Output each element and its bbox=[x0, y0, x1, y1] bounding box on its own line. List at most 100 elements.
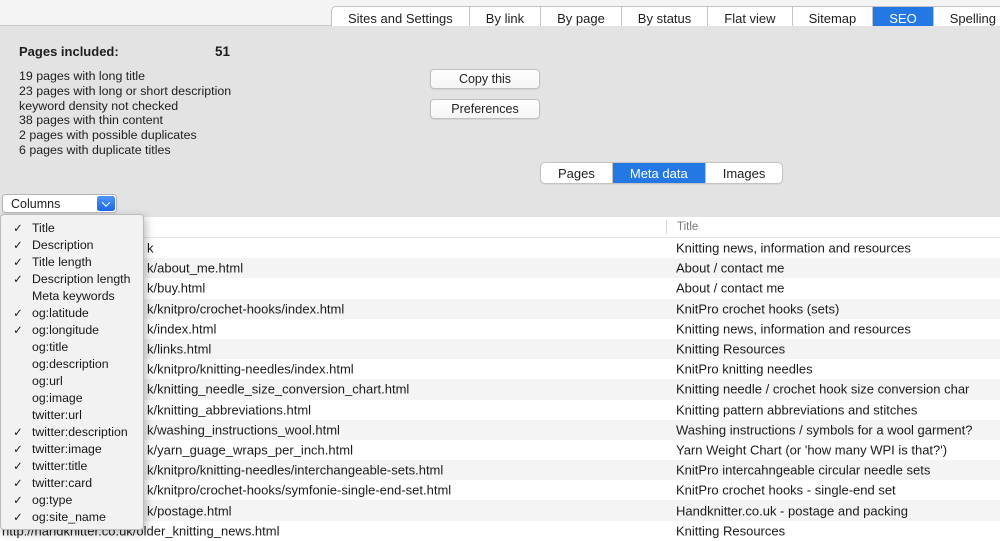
title-cell: Knitting needle / crochet hook size conv… bbox=[676, 382, 969, 397]
menu-item-twitter-card[interactable]: ✓ twitter:card bbox=[1, 474, 143, 491]
menu-item-twitter-image[interactable]: ✓twitter:image bbox=[1, 440, 143, 457]
columns-dropdown-button[interactable]: Columns bbox=[2, 194, 117, 213]
url-cell: k/knitting_abbreviations.html bbox=[147, 402, 311, 417]
table-row[interactable]: k/knitting_needle_size_conversion_chart.… bbox=[0, 379, 1000, 399]
title-cell: Washing instructions / symbols for a woo… bbox=[676, 422, 972, 437]
url-cell: k/knitpro/knitting-needles/interchangeab… bbox=[147, 463, 443, 478]
menu-item-label: og:longitude bbox=[32, 323, 99, 337]
menu-item-og-url[interactable]: og:url bbox=[1, 372, 143, 389]
table-row[interactable]: k/buy.htmlAbout / contact me bbox=[0, 278, 1000, 298]
url-cell: k/links.html bbox=[147, 342, 211, 357]
checkmark-icon: ✓ bbox=[9, 493, 27, 507]
checkmark-icon: ✓ bbox=[9, 459, 27, 473]
table-row[interactable]: k/knitpro/knitting-needles/interchangeab… bbox=[0, 460, 1000, 480]
url-cell: k/buy.html bbox=[147, 281, 205, 296]
table-row[interactable]: k/postage.htmlHandknitter.co.uk - postag… bbox=[0, 500, 1000, 520]
title-cell: Knitting Resources bbox=[676, 342, 785, 357]
menu-item-og-image[interactable]: og:image bbox=[1, 389, 143, 406]
pages-included-label: Pages included: bbox=[19, 44, 119, 59]
chevron-down-icon[interactable] bbox=[97, 196, 115, 211]
table-header: Title bbox=[0, 217, 1000, 238]
view-tab-images[interactable]: Images bbox=[706, 163, 783, 183]
menu-item-label: og:latitude bbox=[32, 306, 89, 320]
summary-line: 6 pages with duplicate titles bbox=[19, 143, 231, 158]
menu-item-label: twitter:url bbox=[32, 408, 82, 422]
table-body: k Knitting news, information and resource… bbox=[0, 238, 1000, 541]
title-cell: Knitting news, information and resources bbox=[676, 321, 911, 336]
menu-item-title-length[interactable]: ✓ Title length bbox=[1, 253, 143, 270]
menu-item-og-type[interactable]: ✓ og:type bbox=[1, 491, 143, 508]
table-row[interactable]: k/knitpro/crochet-hooks/index.htmlKnitPr… bbox=[0, 299, 1000, 319]
checkmark-icon: ✓ bbox=[9, 476, 27, 490]
menu-item-og-latitude[interactable]: ✓og:latitude bbox=[1, 304, 143, 321]
table-row[interactable]: k/links.html Knitting Resources bbox=[0, 339, 1000, 359]
url-cell: k/knitpro/crochet-hooks/symfonie-single-… bbox=[147, 483, 451, 498]
title-column-header[interactable]: Title bbox=[666, 220, 698, 234]
menu-item-og-description[interactable]: og:description bbox=[1, 355, 143, 372]
url-cell: k/knitting_needle_size_conversion_chart.… bbox=[147, 382, 409, 397]
table-row[interactable]: k/knitpro/crochet-hooks/symfonie-single-… bbox=[0, 480, 1000, 500]
menu-item-description-length[interactable]: ✓ Description length bbox=[1, 270, 143, 287]
menu-item-og-longitude[interactable]: ✓ og:longitude bbox=[1, 321, 143, 338]
menu-item-label: og:site_name bbox=[32, 510, 106, 524]
menu-item-label: Description length bbox=[32, 272, 130, 286]
menu-item-label: Meta keywords bbox=[32, 289, 115, 303]
menu-item-label: twitter:card bbox=[32, 476, 92, 490]
summary-stats: 19 pages with long title23 pages with lo… bbox=[19, 69, 231, 158]
view-tab-pages[interactable]: Pages bbox=[541, 163, 613, 183]
summary-line: 23 pages with long or short description bbox=[19, 84, 231, 99]
view-tab-meta-data[interactable]: Meta data bbox=[613, 163, 706, 183]
menu-item-twitter-title[interactable]: ✓ twitter:title bbox=[1, 457, 143, 474]
title-cell: Knitting news, information and resources bbox=[676, 241, 911, 256]
menu-item-label: twitter:description bbox=[32, 425, 128, 439]
title-cell: Knitting Resources bbox=[676, 523, 785, 538]
checkmark-icon: ✓ bbox=[9, 442, 27, 456]
menu-item-meta-keywords[interactable]: Meta keywords bbox=[1, 287, 143, 304]
menu-item-og-site-name[interactable]: ✓og:site_name bbox=[1, 508, 143, 525]
menu-item-label: Title length bbox=[32, 255, 92, 269]
preferences-button[interactable]: Preferences bbox=[430, 99, 540, 119]
url-cell: k/knitpro/crochet-hooks/index.html bbox=[147, 301, 344, 316]
table-row[interactable]: http://handknitter.co.uk/older_knitting_… bbox=[0, 521, 1000, 541]
menu-item-twitter-description[interactable]: ✓twitter:description bbox=[1, 423, 143, 440]
copy-this-button[interactable]: Copy this bbox=[430, 69, 540, 89]
title-cell: Knitting pattern abbreviations and stitc… bbox=[676, 402, 917, 417]
url-cell: k/about_me.html bbox=[147, 261, 243, 276]
title-cell: Yarn Weight Chart (or 'how many WPI is t… bbox=[676, 442, 947, 457]
menu-item-label: Title bbox=[32, 221, 55, 235]
summary-line: 2 pages with possible duplicates bbox=[19, 128, 231, 143]
url-cell: k/knitpro/knitting-needles/index.html bbox=[147, 362, 354, 377]
menu-item-label: og:url bbox=[32, 374, 63, 388]
menu-item-twitter-url[interactable]: twitter:url bbox=[1, 406, 143, 423]
url-cell: k bbox=[147, 241, 154, 256]
table-row[interactable]: k/knitpro/knitting-needles/index.htmlKni… bbox=[0, 359, 1000, 379]
checkmark-icon: ✓ bbox=[9, 255, 27, 269]
pages-included-count: 51 bbox=[215, 44, 230, 59]
menu-item-label: og:type bbox=[32, 493, 72, 507]
summary-line: 38 pages with thin content bbox=[19, 113, 231, 128]
menu-item-label: twitter:title bbox=[32, 459, 87, 473]
table-row[interactable]: k/washing_instructions_wool.html Washing … bbox=[0, 420, 1000, 440]
table-row[interactable]: k/index.html Knitting news, information a… bbox=[0, 319, 1000, 339]
title-cell: KnitPro crochet hooks - single-end set bbox=[676, 483, 896, 498]
checkmark-icon: ✓ bbox=[9, 272, 27, 286]
table-row[interactable]: k/about_me.htmlAbout / contact me bbox=[0, 258, 1000, 278]
table-row[interactable]: k/yarn_guage_wraps_per_inch.html Yarn Wei… bbox=[0, 440, 1000, 460]
columns-dropdown-label: Columns bbox=[11, 197, 60, 211]
menu-item-og-title[interactable]: og:title bbox=[1, 338, 143, 355]
url-cell: k/postage.html bbox=[147, 503, 232, 518]
url-cell: k/index.html bbox=[147, 321, 216, 336]
url-cell: k/yarn_guage_wraps_per_inch.html bbox=[147, 442, 353, 457]
title-cell: KnitPro intercahngeable circular needle … bbox=[676, 463, 930, 478]
checkmark-icon: ✓ bbox=[9, 323, 27, 337]
menu-item-label: Description bbox=[32, 238, 94, 252]
table-row[interactable]: k/knitting_abbreviations.html Knitting pa… bbox=[0, 400, 1000, 420]
summary-line: 19 pages with long title bbox=[19, 69, 231, 84]
menu-item-title[interactable]: ✓Title bbox=[1, 219, 143, 236]
table-row[interactable]: k Knitting news, information and resource… bbox=[0, 238, 1000, 258]
summary-line: keyword density not checked bbox=[19, 99, 231, 114]
url-cell: k/washing_instructions_wool.html bbox=[147, 422, 340, 437]
meta-data-table: Title k Knitting news, information and re… bbox=[0, 217, 1000, 534]
menu-item-description[interactable]: ✓Description bbox=[1, 236, 143, 253]
columns-menu: ✓Title✓Description✓Title length✓Descript… bbox=[0, 214, 144, 530]
